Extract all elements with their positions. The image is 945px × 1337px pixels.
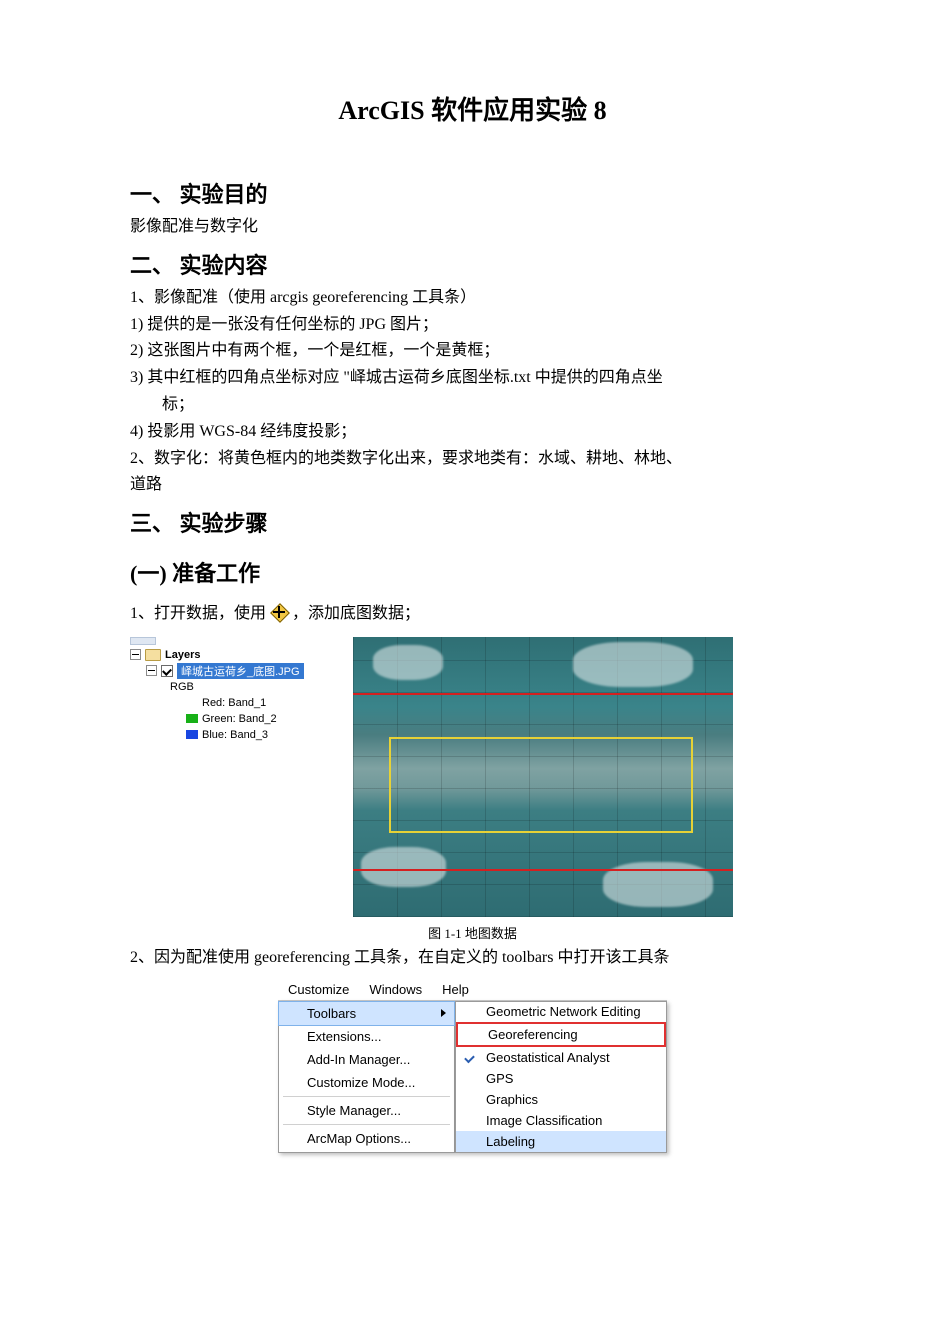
blue-swatch [186,730,198,739]
submenu-label: Geometric Network Editing [486,1004,641,1019]
list-item: 道路 [130,473,815,498]
band-blue-label: Blue: Band_3 [202,729,268,741]
collapse-icon[interactable] [146,665,157,676]
submenu-label: GPS [486,1071,513,1086]
menu-item-customize-mode[interactable]: Customize Mode... [279,1071,454,1094]
menu-item-label: Toolbars [307,1006,356,1021]
submenu-item-image-classification[interactable]: Image Classification [456,1110,666,1131]
step-1-pre: 1、打开数据，使用 [130,605,266,622]
menu-help[interactable]: Help [432,979,479,1000]
submenu-item-gps[interactable]: GPS [456,1068,666,1089]
toolbars-submenu[interactable]: Geometric Network Editing Georeferencing… [455,1001,667,1153]
step-2: 2、因为配准使用 georeferencing 工具条，在自定义的 toolba… [130,946,815,971]
folder-icon [145,649,161,661]
submenu-item-labeling[interactable]: Labeling [456,1131,666,1152]
submenu-item-geometric-network[interactable]: Geometric Network Editing [456,1002,666,1022]
section-2-heading: 二、 实验内容 [130,248,815,280]
green-swatch [186,714,198,723]
submenu-label: Image Classification [486,1113,602,1128]
list-item: 1) 提供的是一张没有任何坐标的 JPG 图片； [130,313,815,338]
section-3-sub1: (一) 准备工作 [130,556,815,588]
menu-item-arcmap-options[interactable]: ArcMap Options... [279,1127,454,1150]
layers-root-label[interactable]: Layers [165,649,200,661]
customize-menu-figure: Customize Windows Help Toolbars Extensio… [130,979,815,1153]
menu-separator [283,1124,450,1125]
red-frame-line [353,693,733,695]
rgb-label: RGB [170,681,194,693]
yellow-frame [389,737,693,833]
submenu-item-georeferencing[interactable]: Georeferencing [456,1022,666,1047]
panel-drag-handle[interactable] [130,637,156,645]
collapse-icon[interactable] [130,649,141,660]
menu-separator [283,1096,450,1097]
figure-1-caption: 图 1-1 地图数据 [130,923,815,942]
add-data-icon [270,603,288,621]
red-frame-line [353,869,733,871]
section-3-heading: 三、 实验步骤 [130,506,815,538]
step-1: 1、打开数据，使用 ，添加底图数据； [130,602,815,627]
menu-item-style-manager[interactable]: Style Manager... [279,1099,454,1122]
layers-panel[interactable]: Layers 峄城古运荷乡_底图.JPG RGB Red: Band_1 Gre… [130,637,335,917]
layer-visibility-checkbox[interactable] [161,665,173,677]
list-item: 4) 投影用 WGS-84 经纬度投影； [130,420,815,445]
check-icon [464,1052,474,1062]
layer-name[interactable]: 峄城古运荷乡_底图.JPG [177,663,304,679]
menu-item-toolbars[interactable]: Toolbars [278,1001,455,1026]
submenu-item-graphics[interactable]: Graphics [456,1089,666,1110]
list-item: 3) 其中红框的四角点坐标对应 "峄城古运荷乡底图坐标.txt 中提供的四角点坐 [130,366,815,391]
band-green-label: Green: Band_2 [202,713,277,725]
menu-windows[interactable]: Windows [359,979,432,1000]
menu-customize[interactable]: Customize [278,979,359,1000]
submenu-label: Geostatistical Analyst [486,1050,610,1065]
customize-dropdown[interactable]: Toolbars Extensions... Add-In Manager...… [278,1001,455,1153]
list-item: 1、影像配准（使用 arcgis georeferencing 工具条） [130,286,815,311]
menu-item-extensions[interactable]: Extensions... [279,1025,454,1048]
list-item: 2、数字化：将黄色框内的地类数字化出来，要求地类有：水域、耕地、林地、 [130,447,815,472]
submenu-item-geostatistical[interactable]: Geostatistical Analyst [456,1047,666,1068]
band-red-label: Red: Band_1 [202,697,266,709]
step-1-post: ，添加底图数据； [292,605,420,622]
section-1-heading: 一、 实验目的 [130,177,815,209]
list-item: 标； [130,393,815,418]
red-swatch [186,698,198,707]
submenu-label: Georeferencing [488,1027,578,1042]
list-item: 2) 这张图片中有两个框，一个是红框，一个是黄框； [130,339,815,364]
submenu-label: Graphics [486,1092,538,1107]
section-1-text: 影像配准与数字化 [130,215,815,240]
submenu-label: Labeling [486,1134,535,1149]
submenu-arrow-icon [441,1009,446,1017]
map-preview[interactable] [353,637,733,917]
menu-item-addin[interactable]: Add-In Manager... [279,1048,454,1071]
menubar[interactable]: Customize Windows Help [278,979,667,1001]
page-title: ArcGIS 软件应用实验 8 [130,90,815,127]
